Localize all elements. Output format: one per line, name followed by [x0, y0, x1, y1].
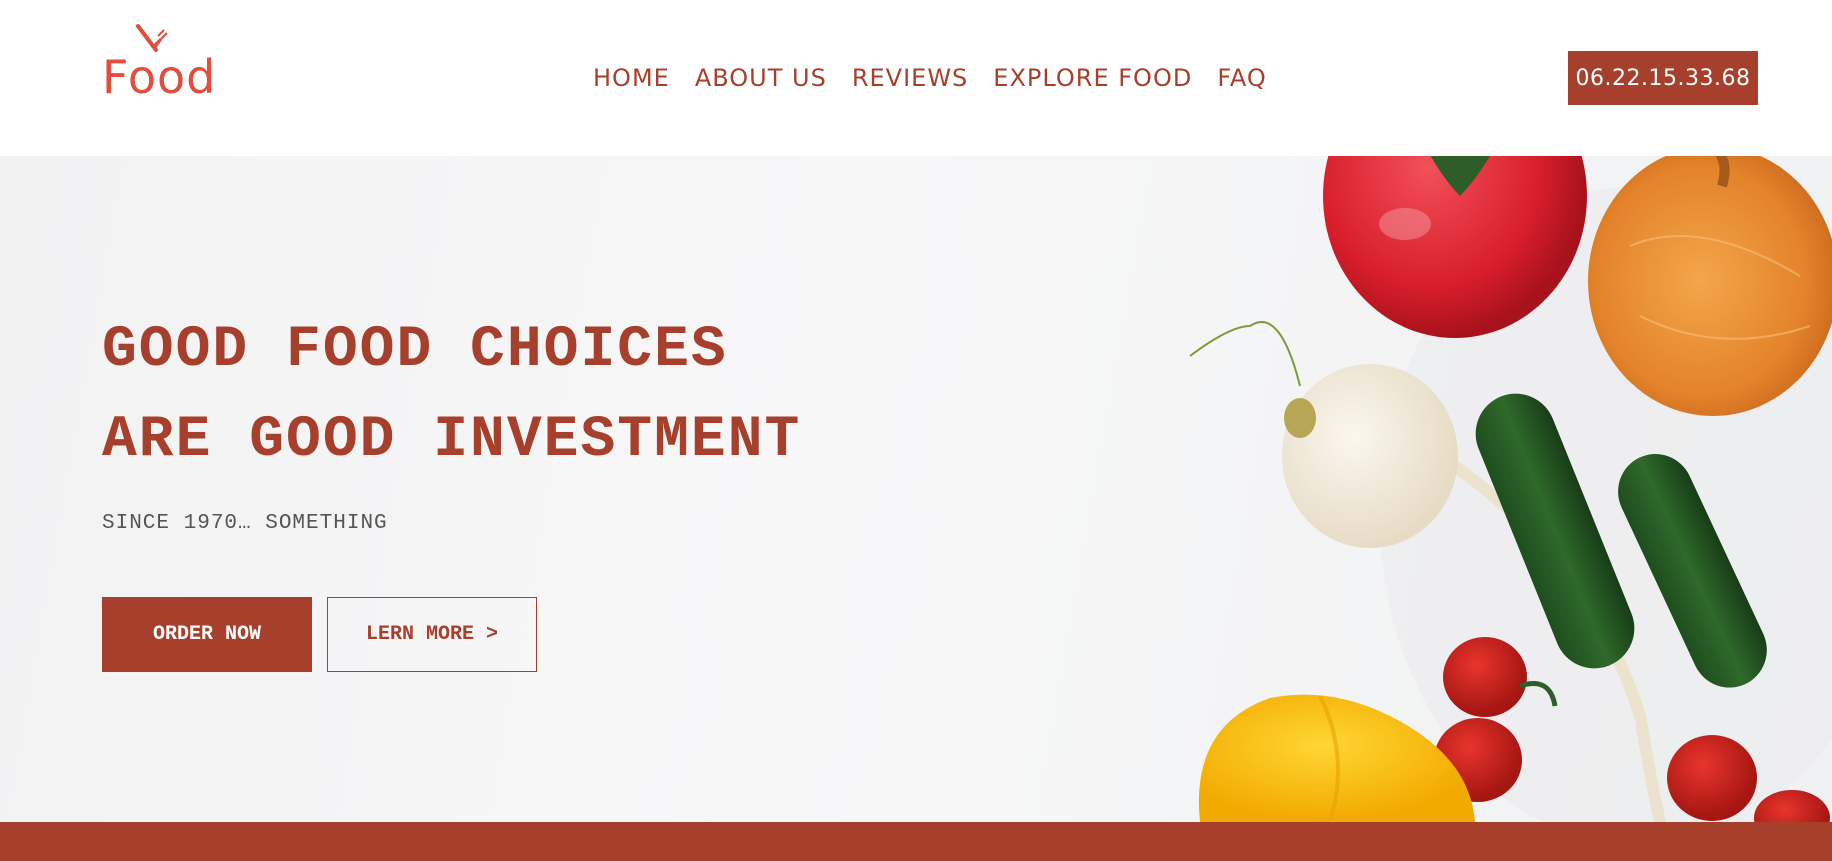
vegetables-image: [1189, 156, 1832, 822]
main-nav: HOME ABOUT US REVIEWS EXPLORE FOOD FAQ: [593, 64, 1267, 92]
logo-text: Food: [102, 50, 217, 104]
hero-tagline: SINCE 1970… SOMETHING: [102, 512, 388, 535]
nav-home[interactable]: HOME: [593, 64, 670, 92]
logo[interactable]: Food: [102, 24, 222, 104]
learn-more-button[interactable]: LERN MORE >: [327, 597, 537, 672]
order-now-button[interactable]: ORDER NOW: [102, 597, 312, 672]
nav-faq[interactable]: FAQ: [1217, 64, 1267, 92]
headline-line-2: ARE GOOD INVESTMENT: [102, 408, 802, 473]
nav-about-us[interactable]: ABOUT US: [695, 64, 827, 92]
hero-section: GOOD FOOD CHOICES ARE GOOD INVESTMENT SI…: [0, 156, 1832, 822]
phone-button[interactable]: 06.22.15.33.68: [1568, 51, 1758, 105]
site-header: Food HOME ABOUT US REVIEWS EXPLORE FOOD …: [0, 0, 1832, 156]
bottom-accent-bar: [0, 822, 1832, 861]
hero-headline: GOOD FOOD CHOICES ARE GOOD INVESTMENT: [102, 306, 801, 486]
headline-line-1: GOOD FOOD CHOICES: [102, 318, 728, 383]
nav-reviews[interactable]: REVIEWS: [852, 64, 968, 92]
nav-explore-food[interactable]: EXPLORE FOOD: [993, 64, 1192, 92]
